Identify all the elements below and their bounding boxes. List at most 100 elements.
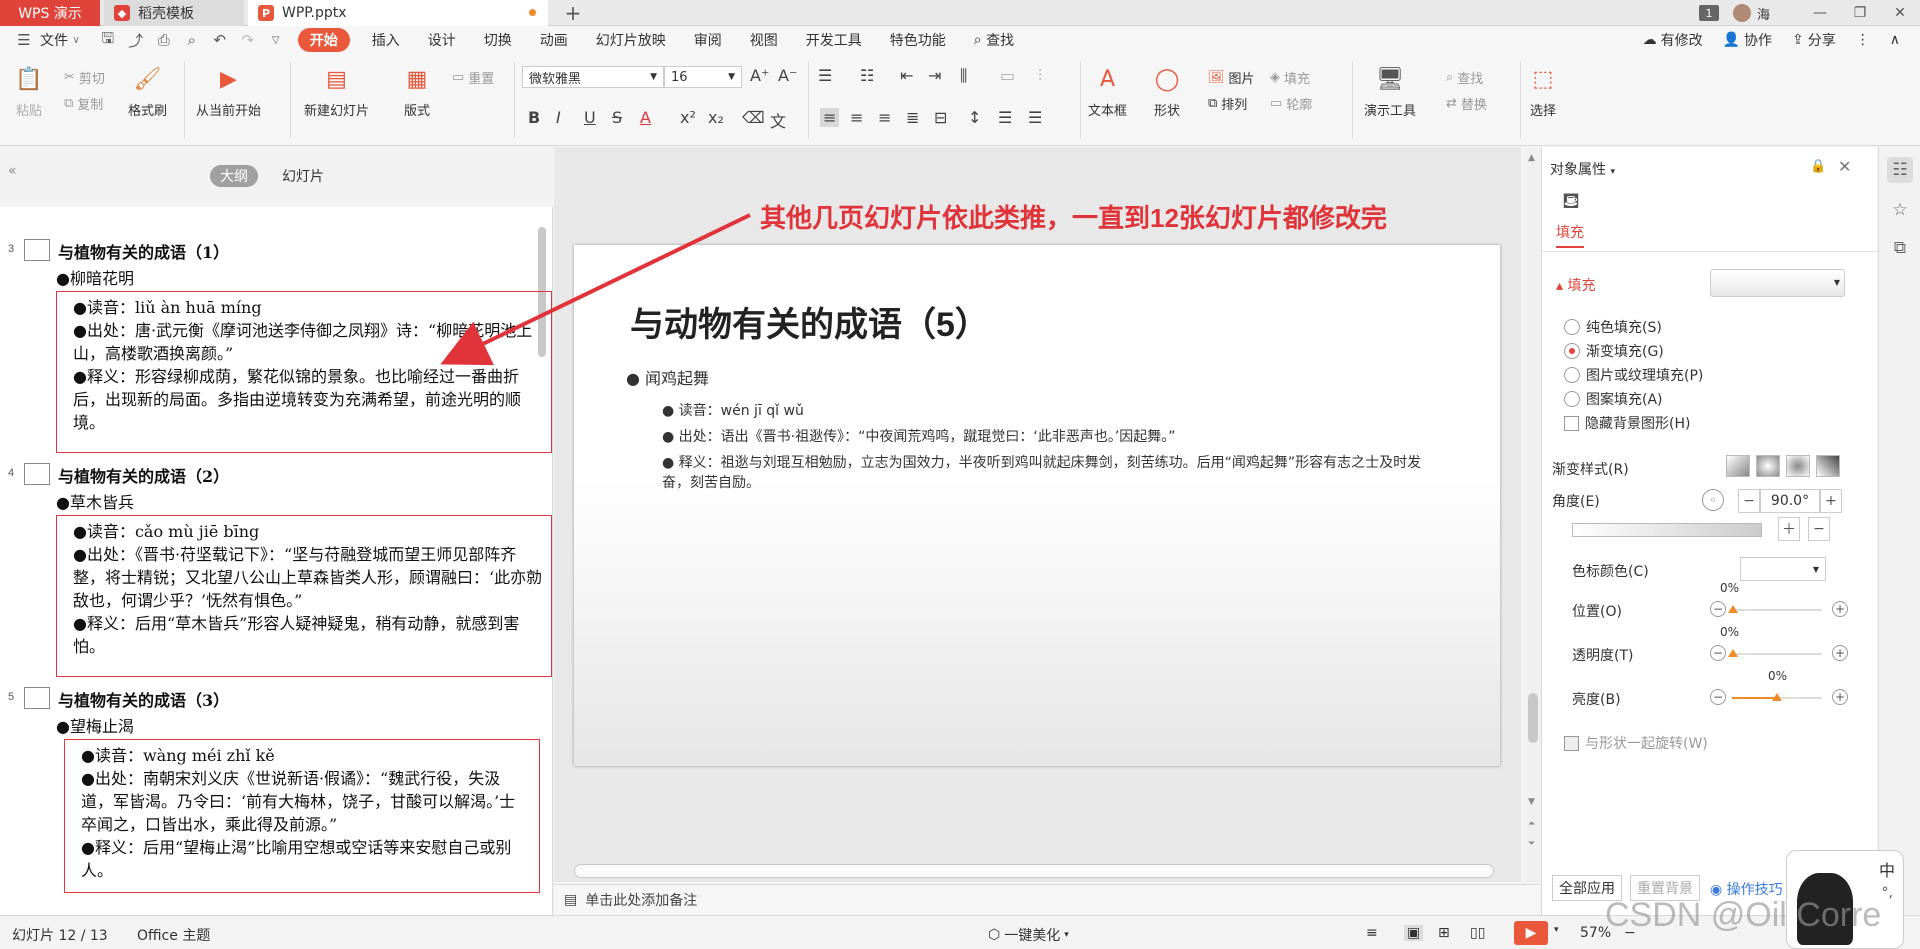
gradient-stop-bar[interactable] <box>1572 523 1762 537</box>
shrink-font-icon[interactable]: A⁻ <box>778 66 797 85</box>
slide-thumbnail-icon[interactable] <box>24 463 50 485</box>
slide-bullet-reading[interactable]: ● 读音：wén jī qǐ wǔ <box>662 401 1442 421</box>
collapse-ribbon-icon[interactable]: ∧ <box>1880 32 1910 48</box>
font-name-select[interactable]: 微软雅黑 ▼ <box>522 66 664 88</box>
close-icon[interactable]: ✕ <box>1838 157 1851 176</box>
format-painter-button[interactable]: 🖌 格式刷 <box>128 64 167 120</box>
canvas-vertical-scrollbar[interactable]: ▲ ▼ ⏶ ⏷ <box>1525 147 1541 882</box>
gradient-style-radial[interactable] <box>1756 455 1780 477</box>
fill-section-title[interactable]: ▴ 填充 <box>1556 275 1595 295</box>
redo-icon[interactable]: ↷ <box>238 30 258 50</box>
next-slide-icon[interactable]: ⏷ <box>1528 839 1535 849</box>
increase-indent-icon[interactable]: ⇥ <box>928 66 941 85</box>
present-tools-button[interactable]: 🖥 演示工具 <box>1364 64 1416 120</box>
restore-icon[interactable]: ❐ <box>1840 0 1880 26</box>
animation-star-icon[interactable]: ☆ <box>1887 197 1913 223</box>
ime-mode[interactable]: 中 <box>1879 857 1895 881</box>
angle-input[interactable]: 90.0° <box>1760 489 1820 513</box>
menu-view[interactable]: 视图 <box>736 28 792 52</box>
tab-fill[interactable]: 填充 <box>1556 222 1584 248</box>
new-tab-button[interactable]: + <box>560 0 586 26</box>
reset-button[interactable]: ▭ 重置 <box>452 68 494 87</box>
subscript-icon[interactable]: x₂ <box>708 108 724 127</box>
outline-slide-title[interactable]: 与植物有关的成语（1） <box>58 239 229 263</box>
transparency-decrement-icon[interactable]: − <box>1710 645 1726 661</box>
reading-view-icon[interactable]: ▯▯ <box>1470 925 1485 941</box>
brightness-increment-icon[interactable]: + <box>1832 689 1848 705</box>
outline-slide-title[interactable]: 与植物有关的成语（3） <box>58 687 229 711</box>
arrange-button[interactable]: ⧉ 排列 <box>1208 94 1247 113</box>
menu-review[interactable]: 审阅 <box>680 28 736 52</box>
radio-pattern-fill[interactable]: 图案填充(A) <box>1564 389 1663 409</box>
find-button[interactable]: ⌕ 查找 <box>1446 68 1483 87</box>
gradient-style-linear[interactable] <box>1726 455 1750 477</box>
gradient-style-path[interactable] <box>1816 455 1840 477</box>
menu-design[interactable]: 设计 <box>414 28 470 52</box>
minimize-icon[interactable]: — <box>1800 0 1840 26</box>
menu-slideshow[interactable]: 幻灯片放映 <box>582 28 680 52</box>
tab-wps-app[interactable]: WPS 演示 <box>0 0 100 26</box>
normal-view-icon[interactable]: ▣ <box>1404 925 1424 941</box>
superscript-icon[interactable]: x² <box>680 108 696 127</box>
shape-button[interactable]: ◯ 形状 <box>1152 64 1182 120</box>
notes-toggle-icon[interactable]: ≡ <box>1366 925 1378 941</box>
lock-icon[interactable]: 🔒 <box>1810 159 1826 174</box>
slide-thumbnail-icon[interactable] <box>24 239 50 261</box>
prev-slide-icon[interactable]: ⏶ <box>1528 819 1535 829</box>
new-slide-button[interactable]: ▤ 新建幻灯片 <box>304 64 369 120</box>
brightness-decrement-icon[interactable]: − <box>1710 689 1726 705</box>
font-size-select[interactable]: 16 ▼ <box>664 66 742 88</box>
play-from-current-button[interactable]: ▶ 从当前开始 <box>196 64 261 120</box>
outline-detail-group[interactable]: ●读音：cǎo mù jiē bīng ●出处：《晋书·苻坚载记下》：“坚与苻融… <box>56 515 552 677</box>
copy-button[interactable]: ⧉ 复制 <box>64 94 103 113</box>
align-left-icon[interactable]: ≡ <box>820 108 840 127</box>
stop-color-select[interactable]: ▼ <box>1740 557 1826 581</box>
user-name[interactable]: 海 <box>1757 4 1770 23</box>
add-stop-icon[interactable]: ＋ <box>1778 517 1800 541</box>
notes-area[interactable]: ▤ 单击此处添加备注 <box>554 884 1540 914</box>
avatar[interactable] <box>1732 4 1751 22</box>
menu-transition[interactable]: 切换 <box>470 28 526 52</box>
outline-slide-title[interactable]: 与植物有关的成语（2） <box>58 463 229 487</box>
text-effects-icon[interactable]: 文 <box>770 108 786 132</box>
slide-thumbnail-icon[interactable] <box>24 687 50 709</box>
beautify-button[interactable]: ⬡ 一键美化 ▾ <box>988 925 1069 945</box>
underline-icon[interactable]: U <box>584 108 596 127</box>
panel-title[interactable]: 对象属性 ▾ <box>1550 159 1615 179</box>
clear-format-icon[interactable]: ⌫ <box>742 108 765 127</box>
align-center-icon[interactable]: ≡ <box>850 108 863 127</box>
close-icon[interactable]: ✕ <box>1880 0 1920 26</box>
align-text-icon[interactable]: ⫶ <box>1038 66 1042 86</box>
has-changes-button[interactable]: ☁ 有修改 <box>1633 30 1713 50</box>
slides-copy-icon[interactable]: ⧉ <box>1887 235 1913 261</box>
share-button[interactable]: ⇪ 分享 <box>1782 30 1846 50</box>
play-slideshow-button[interactable]: ▶ <box>1514 921 1548 945</box>
outline-idiom[interactable]: ●柳暗花明 <box>56 265 134 289</box>
decrease-indent-icon[interactable]: ⇤ <box>900 66 913 85</box>
radio-solid-fill[interactable]: 纯色填充(S) <box>1564 317 1662 337</box>
justify-icon[interactable]: ≣ <box>906 108 919 127</box>
align-right-icon[interactable]: ≡ <box>878 108 891 127</box>
export-icon[interactable]: ⤴ <box>126 30 146 50</box>
angle-increment-button[interactable]: + <box>1820 489 1842 513</box>
distribute-icon[interactable]: ⊟ <box>934 108 947 127</box>
menu-file[interactable]: 文件 ∨ <box>38 28 94 52</box>
menu-animation[interactable]: 动画 <box>526 28 582 52</box>
chevron-down-icon[interactable]: ▾ <box>1554 925 1559 935</box>
canvas-horizontal-scrollbar[interactable] <box>574 864 1494 878</box>
slider-thumb[interactable] <box>1772 693 1782 701</box>
properties-sliders-icon[interactable]: ☷ <box>1887 157 1913 183</box>
more-icon[interactable]: ⋮ <box>1846 32 1880 48</box>
cut-button[interactable]: ✂ 剪切 <box>64 68 105 87</box>
slider-thumb[interactable] <box>1728 605 1738 613</box>
textbox-button[interactable]: A 文本框 <box>1088 64 1127 120</box>
position-increment-icon[interactable]: + <box>1832 601 1848 617</box>
picture-button[interactable]: 🖼 图片 <box>1208 68 1255 87</box>
tab-slides[interactable]: 幻灯片 <box>272 165 334 187</box>
slide-bullet-idiom[interactable]: ● 闻鸡起舞 <box>626 365 709 389</box>
numbering-icon[interactable]: ☷ <box>860 66 874 85</box>
customize-icon[interactable]: ▽ <box>266 30 286 50</box>
menu-special[interactable]: 特色功能 <box>876 28 960 52</box>
collapse-panel-icon[interactable]: « <box>8 163 17 179</box>
theme-name[interactable]: Office 主题 <box>137 925 210 945</box>
